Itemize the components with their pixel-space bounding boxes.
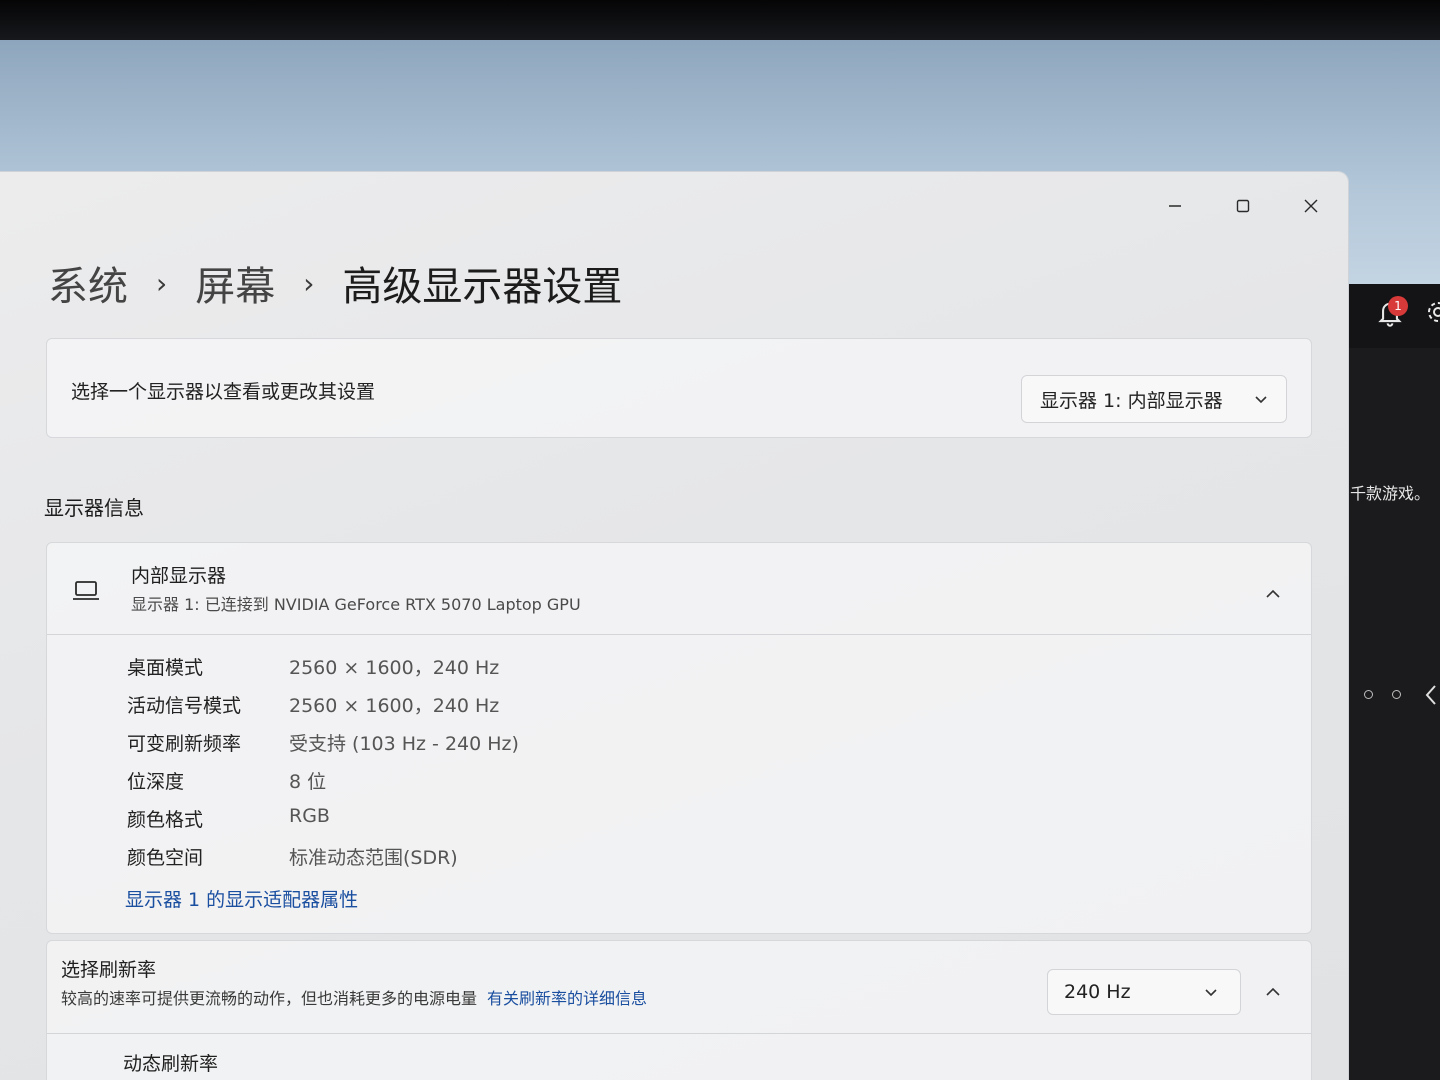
chevron-up-icon[interactable] [1265,987,1281,997]
property-label: 颜色格式 [127,809,204,831]
page-title: 高级显示器设置 [342,264,623,310]
breadcrumb-screen[interactable]: 屏幕 [195,254,275,312]
property-label: 位深度 [127,771,185,793]
breadcrumb-system[interactable]: 系统 [48,254,128,312]
property-value: RGB [289,805,330,827]
display-info-subtitle: 显示器 1: 已连接到 NVIDIA GeForce RTX 5070 Lapt… [131,595,581,614]
property-value: 2560 × 1600，240 Hz [289,695,500,717]
notification-badge: 1 [1388,296,1408,316]
laptop-icon [73,581,99,600]
display-info-header[interactable]: 内部显示器 显示器 1: 已连接到 NVIDIA GeForce RTX 507… [47,543,1311,635]
breadcrumb-separator: › [156,266,168,300]
property-value: 受支持 (103 Hz - 240 Hz) [289,733,519,755]
refresh-rate-description: 较高的速率可提供更流畅的动作，但也消耗更多的电源电量 有关刷新率的详细信息 [61,985,647,1009]
refresh-rate-title: 选择刷新率 [61,959,157,981]
minimize-button[interactable] [1152,188,1198,224]
property-label: 可变刷新频率 [127,733,242,755]
display-select-value: 显示器 1: 内部显示器 [1040,389,1223,412]
settings-window: 系统 › 屏幕 › 高级显示器设置 选择一个显示器以查看或更改其设置 显示器 1… [0,172,1348,1080]
refresh-rate-description-text: 较高的速率可提供更流畅的动作，但也消耗更多的电源电量 [61,989,478,1008]
display-info-title: 内部显示器 [131,565,227,587]
property-label: 活动信号模式 [127,695,242,717]
chevron-left-icon[interactable] [1424,684,1438,706]
display-info-card: 内部显示器 显示器 1: 已连接到 NVIDIA GeForce RTX 507… [46,542,1312,934]
background-app-window: 1 千款游戏。 [1346,284,1440,1080]
minimize-icon [1169,205,1181,207]
refresh-rate-value: 240 Hz [1064,981,1131,1003]
chevron-down-icon [1205,989,1217,997]
display-adapter-properties-link[interactable]: 显示器 1 的显示适配器属性 [125,885,358,912]
refresh-rate-info-link[interactable]: 有关刷新率的详细信息 [487,989,647,1008]
section-title-display-info: 显示器信息 [44,496,144,520]
property-value: 标准动态范围(SDR) [289,847,458,869]
close-icon [1304,199,1318,213]
gear-icon[interactable] [1426,300,1440,324]
property-label: 桌面模式 [127,657,204,679]
chevron-down-icon [1255,396,1267,404]
select-display-card: 选择一个显示器以查看或更改其设置 显示器 1: 内部显示器 [46,338,1312,438]
carousel-dot-icon[interactable] [1392,690,1401,699]
select-display-label: 选择一个显示器以查看或更改其设置 [71,381,376,403]
property-value: 8 位 [289,771,327,793]
refresh-rate-dropdown[interactable]: 240 Hz [1047,969,1241,1015]
close-button[interactable] [1288,188,1334,224]
background-app-text: 千款游戏。 [1350,484,1431,503]
property-label: 颜色空间 [127,847,204,869]
dynamic-refresh-rate-title: 动态刷新率 [123,1053,219,1075]
breadcrumb: 系统 › 屏幕 › 高级显示器设置 [48,254,622,312]
carousel-dot-icon[interactable] [1364,690,1373,699]
divider [47,1033,1311,1034]
chevron-up-icon[interactable] [1265,589,1281,599]
refresh-rate-card: 选择刷新率 较高的速率可提供更流畅的动作，但也消耗更多的电源电量 有关刷新率的详细… [46,940,1312,1080]
breadcrumb-separator: › [303,266,315,300]
property-value: 2560 × 1600，240 Hz [289,657,500,679]
maximize-icon [1236,199,1250,213]
display-select-dropdown[interactable]: 显示器 1: 内部显示器 [1021,375,1287,423]
maximize-button[interactable] [1220,188,1266,224]
